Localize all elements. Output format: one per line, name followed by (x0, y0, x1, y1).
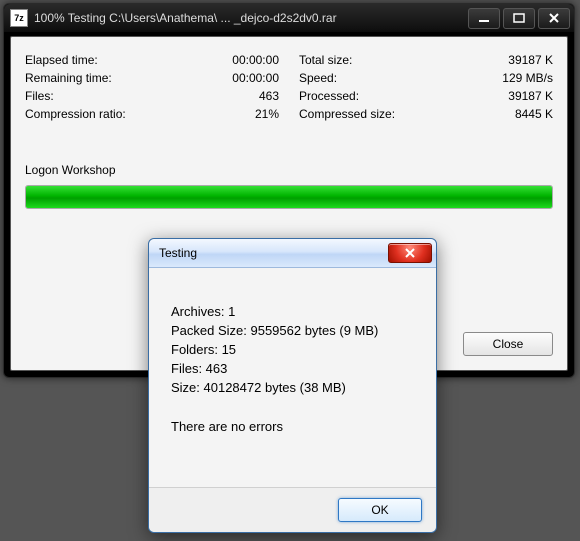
progress-bar (25, 185, 553, 209)
stats-right-column: Total size: 39187 K Speed: 129 MB/s Proc… (299, 51, 553, 123)
titlebar[interactable]: 7z 100% Testing C:\Users\Anathema\ ... _… (4, 4, 574, 32)
close-window-button[interactable] (538, 8, 570, 29)
stat-label: Elapsed time: (25, 51, 98, 69)
stat-speed: Speed: 129 MB/s (299, 69, 553, 87)
stat-label: Speed: (299, 69, 337, 87)
result-status: There are no errors (171, 417, 414, 436)
dialog-body: Archives: 1 Packed Size: 9559562 bytes (… (149, 268, 436, 446)
stat-value: 39187 K (508, 51, 553, 69)
result-size: Size: 40128472 bytes (38 MB) (171, 378, 414, 397)
result-archives: Archives: 1 (171, 302, 414, 321)
dialog-close-button[interactable] (388, 243, 432, 263)
stat-label: Compression ratio: (25, 105, 126, 123)
stats-panel: Elapsed time: 00:00:00 Remaining time: 0… (25, 51, 553, 123)
stat-value: 8445 K (515, 105, 553, 123)
button-row: Close (463, 332, 553, 356)
result-folders: Folders: 15 (171, 340, 414, 359)
stat-value: 463 (259, 87, 279, 105)
current-file-label: Logon Workshop (25, 163, 553, 177)
testing-dialog: Testing Archives: 1 Packed Size: 9559562… (148, 238, 437, 533)
close-icon (548, 13, 560, 23)
stat-total-size: Total size: 39187 K (299, 51, 553, 69)
close-button[interactable]: Close (463, 332, 553, 356)
stat-value: 00:00:00 (232, 51, 279, 69)
progress-fill (26, 186, 552, 208)
window-buttons (468, 8, 570, 29)
stat-label: Files: (25, 87, 54, 105)
stat-label: Remaining time: (25, 69, 112, 87)
stat-value: 39187 K (508, 87, 553, 105)
result-files: Files: 463 (171, 359, 414, 378)
dialog-title: Testing (159, 246, 388, 260)
result-packed-size: Packed Size: 9559562 bytes (9 MB) (171, 321, 414, 340)
stat-remaining-time: Remaining time: 00:00:00 (25, 69, 279, 87)
stat-files: Files: 463 (25, 87, 279, 105)
minimize-button[interactable] (468, 8, 500, 29)
stat-compression-ratio: Compression ratio: 21% (25, 105, 279, 123)
maximize-icon (513, 13, 525, 23)
stat-value: 129 MB/s (502, 69, 553, 87)
ok-button[interactable]: OK (338, 498, 422, 522)
stat-compressed-size: Compressed size: 8445 K (299, 105, 553, 123)
stat-value: 21% (255, 105, 279, 123)
stat-elapsed-time: Elapsed time: 00:00:00 (25, 51, 279, 69)
minimize-icon (478, 13, 490, 23)
stat-value: 00:00:00 (232, 69, 279, 87)
app-icon: 7z (10, 9, 28, 27)
maximize-button[interactable] (503, 8, 535, 29)
stat-label: Compressed size: (299, 105, 395, 123)
stat-label: Processed: (299, 87, 359, 105)
dialog-titlebar[interactable]: Testing (149, 239, 436, 268)
stat-label: Total size: (299, 51, 352, 69)
window-title: 100% Testing C:\Users\Anathema\ ... _dej… (34, 11, 468, 25)
dialog-footer: OK (149, 487, 436, 532)
stats-left-column: Elapsed time: 00:00:00 Remaining time: 0… (25, 51, 279, 123)
stat-processed: Processed: 39187 K (299, 87, 553, 105)
close-icon (403, 248, 417, 258)
